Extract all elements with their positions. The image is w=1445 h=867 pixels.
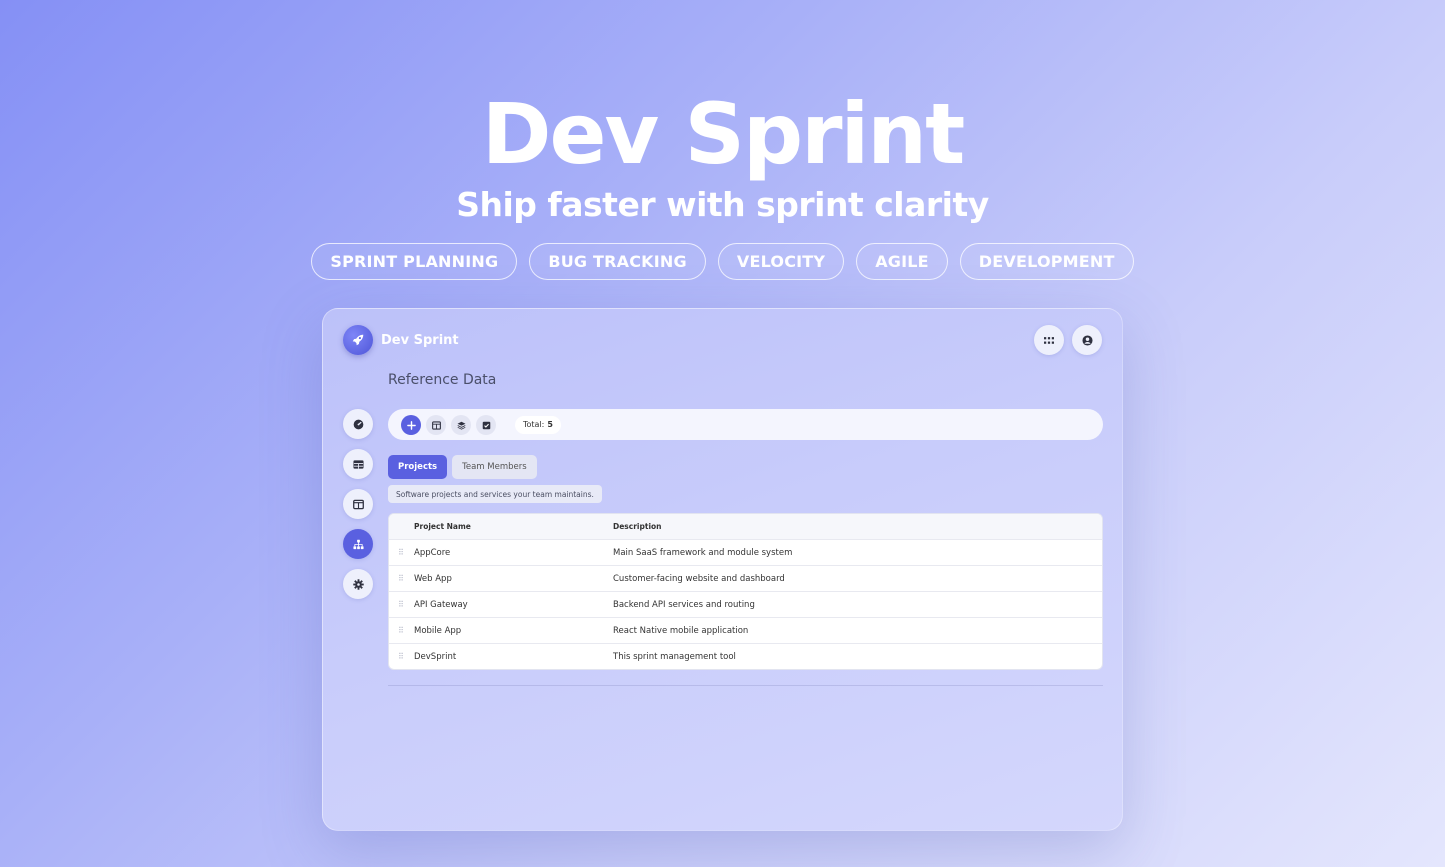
hero-subtitle: Ship faster with sprint clarity — [456, 185, 989, 224]
tab-description: Software projects and services your team… — [388, 485, 602, 503]
project-name: Web App — [414, 573, 452, 584]
sidebar — [343, 409, 373, 599]
project-description: React Native mobile application — [613, 625, 749, 636]
table-row[interactable]: ⠿ AppCore Main SaaS framework and module… — [389, 539, 1102, 565]
project-description: This sprint management tool — [613, 651, 736, 662]
column-header-description[interactable]: Description — [613, 522, 1102, 531]
tag-bug-tracking: BUG TRACKING — [529, 243, 706, 280]
settings-gear-icon — [352, 575, 364, 594]
select-button[interactable] — [476, 414, 496, 435]
tag-velocity: VELOCITY — [717, 243, 845, 280]
drag-handle-icon[interactable]: ⠿ — [389, 652, 414, 661]
tab-projects[interactable]: Projects — [388, 455, 448, 479]
project-description: Backend API services and routing — [613, 599, 755, 610]
sidebar-item-table[interactable] — [343, 449, 373, 479]
project-name: API Gateway — [414, 599, 468, 610]
drag-handle-icon[interactable]: ⠿ — [389, 600, 414, 609]
columns-icon — [431, 415, 441, 434]
total-count: Total: 5 — [515, 415, 561, 434]
checkbox-icon — [482, 415, 491, 434]
apps-grid-button[interactable] — [1034, 325, 1064, 355]
tab-team-members[interactable]: Team Members — [452, 455, 537, 479]
layers-button[interactable] — [451, 414, 471, 435]
drag-handle-icon[interactable]: ⠿ — [389, 626, 414, 635]
columns-icon — [352, 495, 364, 514]
content-divider — [388, 685, 1103, 686]
rocket-icon — [343, 325, 373, 355]
tag-agile: AGILE — [856, 243, 948, 280]
brand[interactable]: Dev Sprint — [343, 325, 459, 355]
user-account-button[interactable] — [1072, 325, 1102, 355]
total-value: 5 — [547, 420, 553, 429]
reference-tabs: Projects Team Members — [388, 455, 537, 479]
total-label: Total: — [523, 420, 545, 429]
table-header: Project Name Description — [389, 514, 1102, 539]
column-header-project-name[interactable]: Project Name — [414, 522, 613, 531]
project-description: Main SaaS framework and module system — [613, 547, 793, 558]
layers-icon — [457, 415, 466, 434]
table-icon — [352, 455, 364, 474]
drag-handle-icon[interactable]: ⠿ — [389, 548, 414, 557]
project-name: DevSprint — [414, 651, 457, 662]
project-name: Mobile App — [414, 625, 462, 636]
sidebar-item-columns[interactable] — [343, 489, 373, 519]
app-window: Dev Sprint Reference Data Total: 5 Proje… — [322, 308, 1123, 831]
tag-sprint-planning: SPRINT PLANNING — [311, 243, 518, 280]
add-button[interactable] — [401, 414, 421, 435]
top-actions — [1034, 325, 1102, 355]
plus-icon — [406, 415, 416, 434]
hierarchy-icon — [352, 535, 364, 554]
dashboard-gauge-icon — [353, 415, 364, 434]
project-name: AppCore — [414, 547, 451, 558]
tag-development: DEVELOPMENT — [959, 243, 1134, 280]
brand-name: Dev Sprint — [381, 332, 459, 348]
sidebar-item-reference-data[interactable] — [343, 529, 373, 559]
table-row[interactable]: ⠿ Web App Customer-facing website and da… — [389, 565, 1102, 591]
projects-table: Project Name Description ⠿ AppCore Main … — [388, 513, 1103, 670]
columns-button[interactable] — [426, 414, 446, 435]
sidebar-item-dashboard[interactable] — [343, 409, 373, 439]
table-row[interactable]: ⠿ API Gateway Backend API services and r… — [389, 591, 1102, 617]
table-row[interactable]: ⠿ DevSprint This sprint management tool — [389, 643, 1102, 669]
user-circle-icon — [1081, 331, 1093, 350]
project-description: Customer-facing website and dashboard — [613, 573, 785, 584]
sidebar-item-settings[interactable] — [343, 569, 373, 599]
hero-title: Dev Sprint — [481, 85, 966, 183]
table-row[interactable]: ⠿ Mobile App React Native mobile applica… — [389, 617, 1102, 643]
feature-tags: SPRINT PLANNING BUG TRACKING VELOCITY AG… — [0, 243, 1445, 280]
data-toolbar: Total: 5 — [388, 409, 1103, 440]
drag-handle-icon[interactable]: ⠿ — [389, 574, 414, 583]
page-title: Reference Data — [388, 372, 497, 388]
apps-grid-icon — [1044, 331, 1054, 350]
